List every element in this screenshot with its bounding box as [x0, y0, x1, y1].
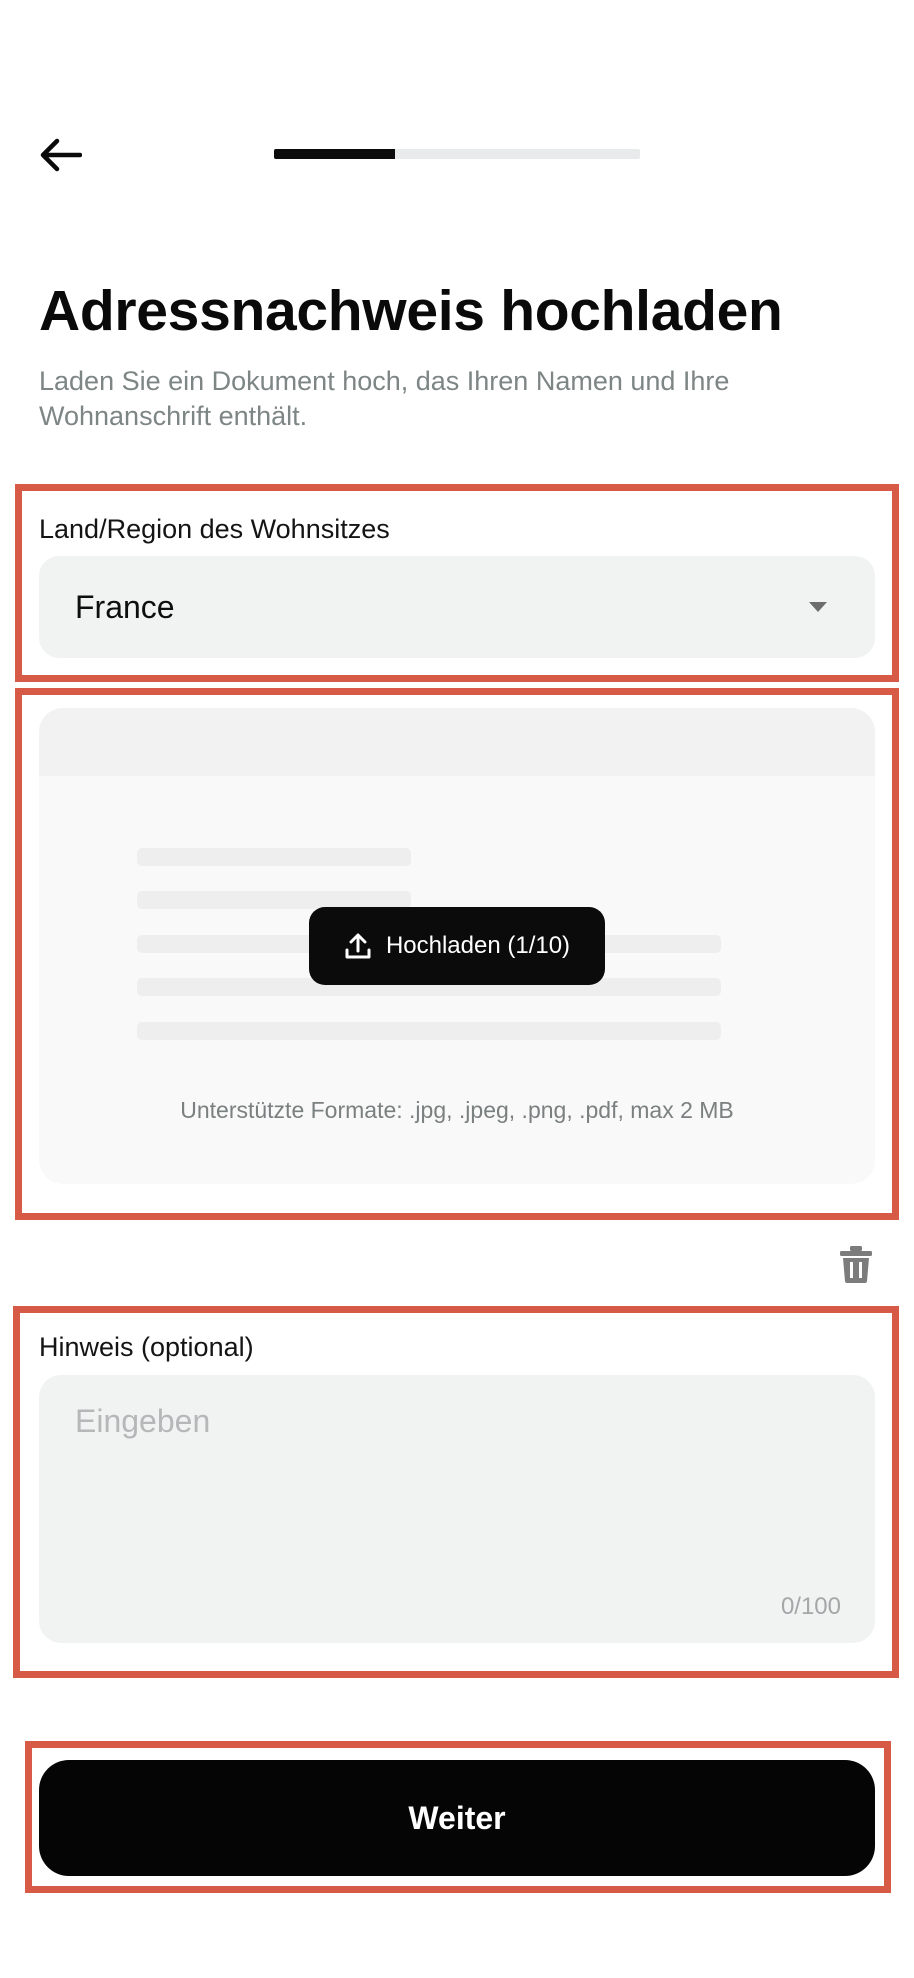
upload-button[interactable]: Hochladen (1/10) — [309, 907, 605, 985]
delete-document-button[interactable] — [838, 1244, 874, 1284]
trash-icon — [840, 1246, 872, 1283]
note-input[interactable] — [75, 1403, 835, 1563]
progress-bar — [274, 149, 640, 159]
country-label: Land/Region des Wohnsitzes — [39, 514, 390, 544]
note-field: 0/100 — [39, 1375, 875, 1643]
page-title: Adressnachweis hochladen — [39, 279, 783, 343]
note-char-counter: 0/100 — [780, 1593, 841, 1620]
back-button[interactable] — [36, 130, 86, 180]
note-label: Hinweis (optional) — [39, 1332, 254, 1362]
upload-icon — [345, 933, 371, 959]
progress-bar-fill — [274, 149, 395, 159]
upload-button-label: Hochladen (1/10) — [385, 932, 571, 959]
document-preview-header — [39, 708, 875, 776]
page-subtitle: Laden Sie ein Dokument hoch, das Ihren N… — [39, 366, 730, 431]
caret-down-icon — [809, 602, 827, 612]
country-select[interactable]: France — [39, 556, 875, 658]
country-select-value: France — [75, 588, 175, 625]
document-placeholder-line — [137, 1022, 721, 1040]
supported-formats-hint: Unterstützte Formate: .jpg, .jpeg, .png,… — [180, 1097, 734, 1123]
arrow-left-icon — [40, 138, 82, 172]
continue-button[interactable]: Weiter — [39, 1760, 875, 1876]
document-placeholder-line — [137, 848, 411, 866]
